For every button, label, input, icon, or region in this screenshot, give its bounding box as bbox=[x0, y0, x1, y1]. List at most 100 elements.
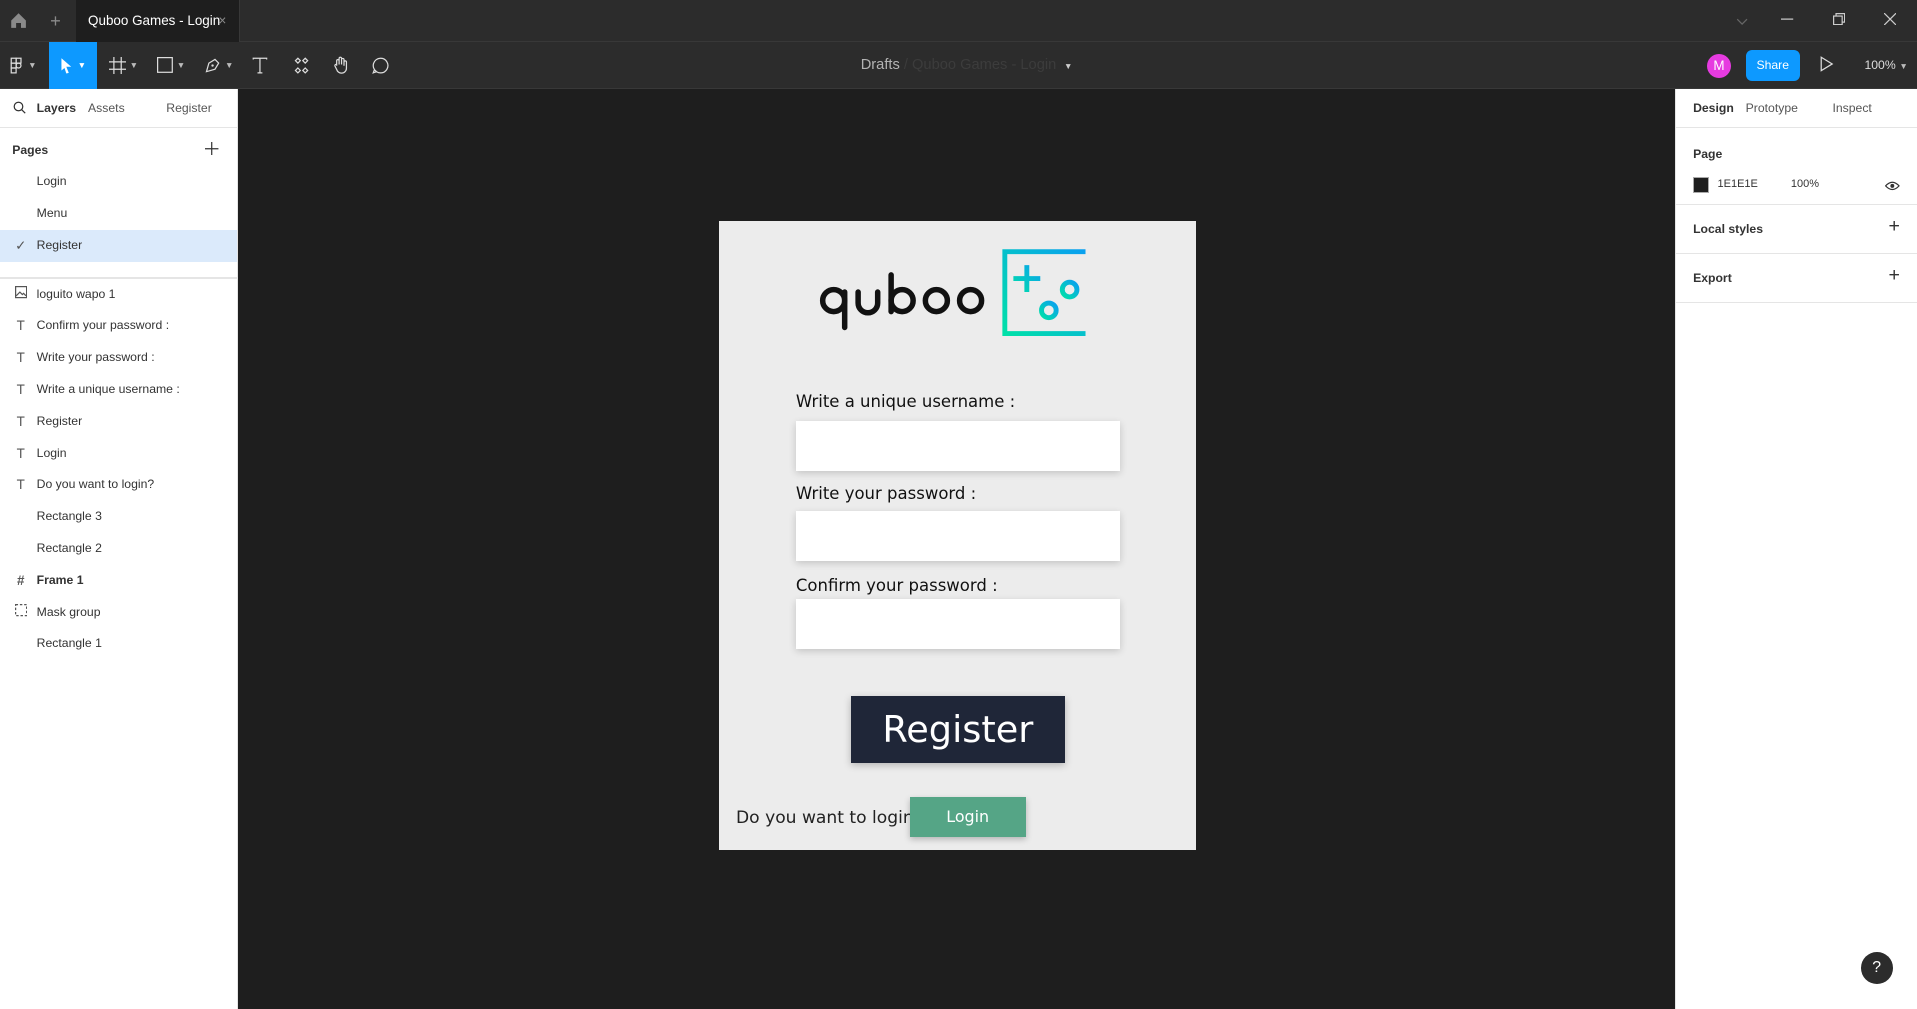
title-bar: + Quboo Games - Login × bbox=[0, 0, 1917, 42]
breadcrumb-separator-2: - bbox=[1011, 56, 1017, 73]
register-frame[interactable]: quboo Write a unique username : Write yo… bbox=[718, 221, 1196, 850]
present-play-icon[interactable] bbox=[1820, 56, 1834, 72]
tab-assets[interactable]: Assets bbox=[88, 89, 125, 128]
frame-icon bbox=[108, 56, 126, 74]
frame-icon: # bbox=[17, 572, 25, 588]
login-button[interactable]: Login bbox=[909, 797, 1026, 838]
new-tab-button[interactable]: + bbox=[50, 10, 61, 32]
zoom-dropdown[interactable]: 100% ▼ bbox=[1864, 42, 1907, 90]
layer-label: Write a unique username : bbox=[36, 382, 180, 397]
breadcrumb-file[interactable]: Quboo Games bbox=[912, 57, 1007, 73]
hand-icon bbox=[333, 56, 347, 74]
figma-logo-icon bbox=[10, 57, 22, 74]
resources-tool[interactable] bbox=[290, 42, 314, 90]
text-icon: T bbox=[16, 477, 25, 493]
text-tool[interactable] bbox=[248, 42, 272, 90]
text-icon: T bbox=[16, 350, 25, 366]
password-input[interactable] bbox=[795, 511, 1120, 562]
layer-label: Login bbox=[36, 445, 67, 460]
shape-tool[interactable]: ▼ bbox=[152, 42, 191, 90]
tab-design[interactable]: Design bbox=[1693, 89, 1734, 128]
layer-item[interactable]: Rectangle 3 bbox=[0, 501, 237, 533]
layer-item[interactable]: T Login bbox=[0, 438, 237, 470]
minimize-icon[interactable] bbox=[1763, 0, 1812, 42]
layer-label: Do you want to login? bbox=[36, 477, 155, 492]
breadcrumb-drafts[interactable]: Drafts bbox=[861, 57, 900, 73]
layer-item[interactable]: T Confirm your password : bbox=[0, 310, 237, 342]
layer-item[interactable]: Rectangle 1 bbox=[0, 628, 237, 660]
export-section: Export + bbox=[1675, 254, 1917, 304]
right-panel-tabs: Design Prototype Inspect bbox=[1675, 89, 1917, 129]
local-styles-title: Local styles bbox=[1693, 222, 1764, 237]
layer-item[interactable]: T Write your password : bbox=[0, 342, 237, 374]
layer-label: Write your password : bbox=[36, 350, 155, 365]
page-opacity[interactable]: 100% bbox=[1791, 178, 1819, 190]
layer-item[interactable]: Mask group bbox=[0, 597, 237, 629]
pen-icon bbox=[205, 58, 220, 73]
layer-label: Frame 1 bbox=[36, 572, 84, 587]
layer-item[interactable]: loguito wapo 1 bbox=[0, 279, 237, 311]
close-window-icon[interactable] bbox=[1866, 0, 1915, 42]
logo-graphic: quboo bbox=[820, 249, 1086, 337]
comment-tool[interactable] bbox=[368, 42, 392, 90]
page-item-menu[interactable]: Menu bbox=[0, 198, 237, 230]
comment-icon bbox=[371, 57, 389, 74]
restore-icon[interactable] bbox=[1814, 0, 1863, 42]
chevron-down-icon: ▼ bbox=[28, 60, 37, 71]
breadcrumb-page[interactable]: Login bbox=[1020, 57, 1056, 73]
tab-layers[interactable]: Layers bbox=[37, 89, 76, 128]
add-page-icon[interactable] bbox=[205, 141, 219, 156]
add-export-icon[interactable]: + bbox=[1888, 264, 1899, 287]
tab-list-chevron-icon[interactable] bbox=[1718, 0, 1767, 42]
page-section: Page 1E1E1E 100% bbox=[1675, 128, 1917, 206]
home-icon[interactable] bbox=[10, 12, 27, 29]
page-section-title: Page bbox=[1693, 146, 1723, 161]
avatar[interactable]: M bbox=[1706, 53, 1732, 79]
layer-item[interactable]: # Frame 1 bbox=[0, 565, 237, 597]
hand-tool[interactable] bbox=[329, 42, 353, 90]
close-tab-icon[interactable]: × bbox=[219, 0, 227, 42]
tab-prototype[interactable]: Prototype bbox=[1746, 89, 1798, 128]
page-item-label: Login bbox=[36, 174, 67, 189]
pen-tool[interactable]: ▼ bbox=[201, 42, 238, 90]
current-page-dropdown[interactable]: Register bbox=[166, 89, 212, 128]
page-color-hex[interactable]: 1E1E1E bbox=[1718, 178, 1758, 190]
layer-item[interactable]: T Write a unique username : bbox=[0, 374, 237, 406]
password-label: Write your password : bbox=[795, 484, 977, 504]
layer-item[interactable]: T Do you want to login? bbox=[0, 469, 237, 501]
image-icon bbox=[13, 279, 28, 311]
pages-title: Pages bbox=[12, 143, 49, 157]
layer-item[interactable]: T Register bbox=[0, 406, 237, 438]
eye-icon[interactable] bbox=[1885, 181, 1900, 191]
chevron-down-icon: ▼ bbox=[1899, 60, 1908, 71]
username-input[interactable] bbox=[795, 420, 1120, 471]
page-color-swatch[interactable] bbox=[1693, 177, 1709, 194]
toolbar: ▼ ▼ ▼ ▼ ▼ Drafts / Quboo Games - Login ▼… bbox=[0, 41, 1917, 90]
confirm-password-input[interactable] bbox=[795, 599, 1120, 650]
register-button[interactable]: Register bbox=[850, 695, 1065, 763]
page-item-login[interactable]: Login bbox=[0, 166, 237, 198]
breadcrumb[interactable]: Drafts / Quboo Games - Login ▼ bbox=[861, 42, 1073, 90]
move-tool[interactable]: ▼ bbox=[48, 41, 97, 90]
search-icon[interactable] bbox=[13, 101, 27, 115]
rectangle-icon bbox=[157, 57, 174, 74]
chevron-down-icon[interactable]: ▼ bbox=[1064, 61, 1072, 71]
frame-tool[interactable]: ▼ bbox=[105, 42, 142, 90]
page-item-register[interactable]: ✓ Register bbox=[0, 229, 238, 262]
left-panel-tabs: Layers Assets Register bbox=[0, 89, 238, 129]
mask-icon bbox=[13, 597, 28, 629]
share-button[interactable]: Share bbox=[1745, 50, 1800, 81]
add-style-icon[interactable]: + bbox=[1888, 215, 1899, 238]
tab-inspect[interactable]: Inspect bbox=[1832, 89, 1871, 128]
username-label: Write a unique username : bbox=[795, 392, 1016, 412]
main-menu-button[interactable]: ▼ bbox=[5, 42, 42, 90]
file-tab[interactable]: Quboo Games - Login × bbox=[75, 0, 240, 42]
login-prompt: Do you want to login? bbox=[735, 808, 923, 829]
layer-label: Rectangle 3 bbox=[36, 509, 102, 524]
file-tab-title: Quboo Games - Login bbox=[88, 13, 221, 28]
text-icon: T bbox=[16, 382, 25, 398]
layer-item[interactable]: Rectangle 2 bbox=[0, 533, 237, 565]
help-button[interactable]: ? bbox=[1860, 952, 1893, 985]
chevron-down-icon: ▼ bbox=[129, 60, 139, 71]
chevron-down-icon: ▼ bbox=[176, 60, 186, 71]
